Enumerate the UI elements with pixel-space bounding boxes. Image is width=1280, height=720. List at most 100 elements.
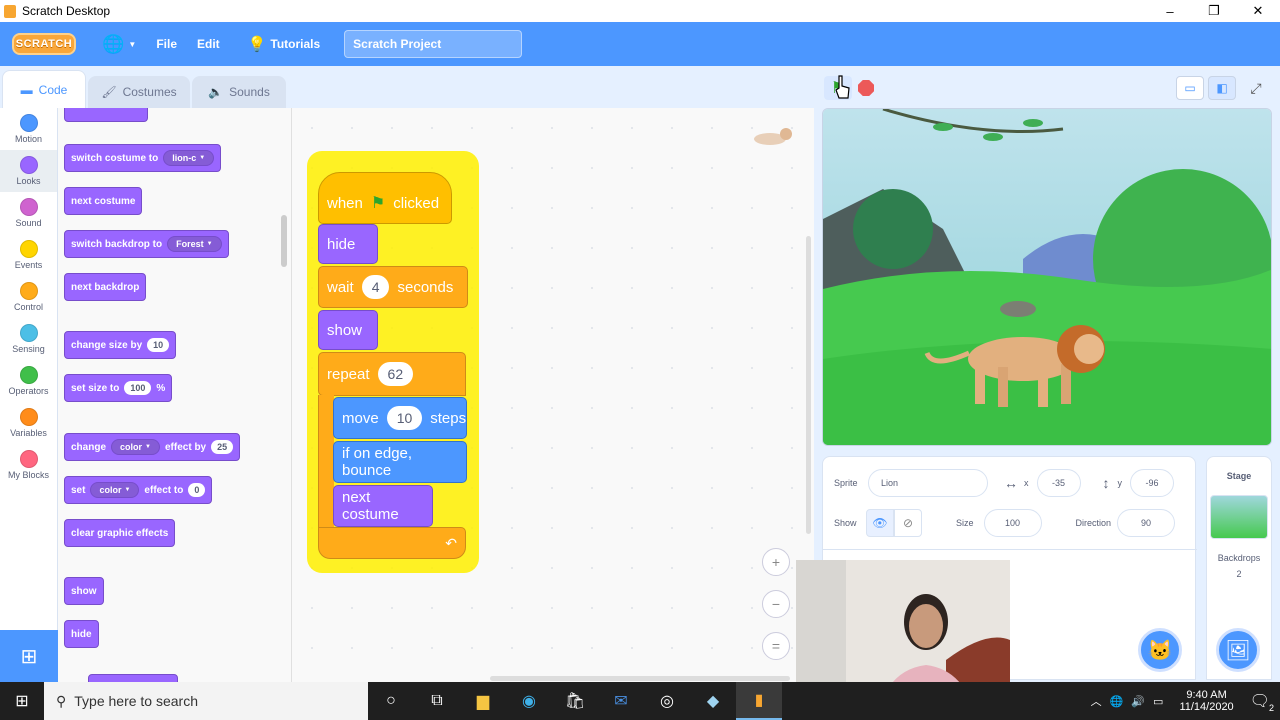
palette-block-partial[interactable] <box>88 674 178 682</box>
category-label: Control <box>13 302 43 312</box>
palette-switch-costume[interactable]: switch costume to lion-c ▼ <box>64 144 222 172</box>
category-motion[interactable]: Motion <box>0 108 57 150</box>
next-costume-block[interactable]: next costume <box>333 485 433 527</box>
workspace-horizontal-scrollbar[interactable] <box>490 676 790 681</box>
bounce-block[interactable]: if on edge, bounce <box>333 441 467 483</box>
add-extension-button[interactable]: ⊞ <box>0 630 58 682</box>
small-stage-button[interactable]: ▭ <box>1176 76 1204 100</box>
repeat-block[interactable]: repeat 62 <box>318 352 466 396</box>
y-position-input[interactable]: -96 <box>1130 469 1174 497</box>
tab-costumes[interactable]: 🖌 Costumes <box>88 76 190 108</box>
choose-backdrop-button[interactable]: 🖼 <box>1216 628 1260 672</box>
stop-button[interactable] <box>858 80 874 96</box>
close-button[interactable]: ✕ <box>1236 0 1280 22</box>
show-sprite-button[interactable]: 👁 <box>866 509 894 537</box>
effect-dropdown[interactable]: color ▼ <box>111 439 160 455</box>
file-explorer-button[interactable]: ▆ <box>460 682 506 720</box>
taskbar-search[interactable]: ⚲ Type here to search <box>44 682 368 720</box>
edge-button[interactable]: ◉ <box>506 682 552 720</box>
palette-change-effect[interactable]: change color ▼ effect by 25 <box>64 433 241 461</box>
start-button[interactable]: ⊞ <box>0 682 44 720</box>
stage-canvas[interactable] <box>822 108 1272 446</box>
menu-bar: SCRATCH 🌐 ▼ File Edit 💡 Tutorials Scratc… <box>0 22 1280 66</box>
scratch-taskbar-button[interactable]: ▮ <box>736 682 782 720</box>
palette-next-costume[interactable]: next costume <box>64 187 143 215</box>
repeat-block-bottom: ↶ <box>318 527 466 559</box>
cortana-button[interactable]: ○ <box>368 682 414 720</box>
palette-scrollbar[interactable] <box>281 215 287 267</box>
scratch-logo[interactable]: SCRATCH <box>12 33 76 55</box>
category-sensing[interactable]: Sensing <box>0 318 57 360</box>
clock[interactable]: 9:40 AM 11/14/2020 <box>1179 689 1233 713</box>
backdrop-thumbnail[interactable] <box>1210 495 1268 539</box>
effect-dropdown[interactable]: color ▼ <box>90 482 140 498</box>
store-button[interactable]: 🛍 <box>552 682 598 720</box>
palette-hide[interactable]: hide <box>64 620 99 648</box>
palette-set-size[interactable]: set size to 100 % <box>64 374 173 402</box>
zoom-reset-button[interactable]: = <box>762 632 790 660</box>
number-input[interactable]: 100 <box>124 381 152 395</box>
hide-sprite-button[interactable]: ⊘ <box>894 509 922 537</box>
palette-set-effect[interactable]: set color ▼ effect to 0 <box>64 476 213 504</box>
dropdown-value: color <box>120 442 143 452</box>
backdrop-dropdown[interactable]: Forest ▼ <box>167 236 222 252</box>
direction-input[interactable]: 90 <box>1117 509 1176 537</box>
network-icon[interactable]: 🌐 <box>1110 695 1124 708</box>
block-text: when <box>327 194 363 212</box>
wait-block[interactable]: wait 4 seconds <box>318 266 468 308</box>
category-operators[interactable]: Operators <box>0 360 57 402</box>
x-position-input[interactable]: -35 <box>1036 469 1081 497</box>
task-view-button[interactable]: ⧉ <box>414 682 460 720</box>
fullscreen-button[interactable]: ⤢ <box>1242 76 1270 100</box>
notifications-button[interactable]: 🗨 2 <box>1250 691 1274 713</box>
zoom-out-button[interactable]: − <box>762 590 790 618</box>
size-input[interactable]: 100 <box>983 509 1042 537</box>
project-title-input[interactable]: Scratch Project <box>344 30 523 58</box>
eye-icon: 👁 <box>872 516 888 530</box>
category-sound[interactable]: Sound <box>0 192 57 234</box>
chevron-up-icon[interactable]: ︿ <box>1091 693 1102 709</box>
show-block[interactable]: show <box>318 310 378 350</box>
wait-seconds-input[interactable]: 4 <box>361 275 390 299</box>
number-input[interactable]: 10 <box>147 338 170 352</box>
normal-stage-button[interactable]: ◧ <box>1208 76 1236 100</box>
number-input[interactable]: 25 <box>211 440 234 454</box>
tab-code[interactable]: ▬ Code <box>2 70 86 108</box>
palette-show[interactable]: show <box>64 577 104 605</box>
palette-switch-backdrop[interactable]: switch backdrop to Forest ▼ <box>64 230 229 258</box>
tutorials-menu[interactable]: 💡 Tutorials <box>238 22 330 66</box>
minimize-button[interactable]: – <box>1148 0 1192 22</box>
choose-sprite-button[interactable]: 🐱 <box>1138 628 1182 672</box>
obs-icon: ◎ <box>660 693 674 710</box>
obs-button[interactable]: ◎ <box>644 682 690 720</box>
repeat-count-input[interactable]: 62 <box>377 362 414 386</box>
app-button[interactable]: ◆ <box>690 682 736 720</box>
tab-sounds[interactable]: 🔈 Sounds <box>192 76 286 108</box>
palette-clear-effects[interactable]: clear graphic effects <box>64 519 176 547</box>
category-my-blocks[interactable]: My Blocks <box>0 444 57 486</box>
category-events[interactable]: Events <box>0 234 57 276</box>
hide-block[interactable]: hide <box>318 224 378 264</box>
move-block[interactable]: move 10 steps <box>333 397 467 439</box>
language-menu[interactable]: 🌐 ▼ <box>92 22 146 66</box>
sprite-name-input[interactable]: Lion <box>868 469 988 497</box>
category-control[interactable]: Control <box>0 276 57 318</box>
palette-next-backdrop[interactable]: next backdrop <box>64 273 147 301</box>
edit-menu[interactable]: Edit <box>187 22 230 66</box>
file-menu[interactable]: File <box>146 22 187 66</box>
palette-change-size[interactable]: change size by 10 <box>64 331 177 359</box>
number-input[interactable]: 0 <box>188 483 206 497</box>
when-flag-clicked-block[interactable]: when ⚑ clicked <box>318 172 452 224</box>
category-looks[interactable]: Looks <box>0 150 57 192</box>
maximize-button[interactable]: ❐ <box>1192 0 1236 22</box>
volume-icon[interactable]: 🔊 <box>1131 695 1145 708</box>
zoom-in-button[interactable]: + <box>762 548 790 576</box>
palette-block-partial[interactable] <box>64 108 148 122</box>
battery-icon[interactable]: ▭ <box>1153 695 1163 708</box>
category-variables[interactable]: Variables <box>0 402 57 444</box>
dropdown-value: Forest <box>176 239 204 249</box>
move-steps-input[interactable]: 10 <box>386 406 423 430</box>
costume-dropdown[interactable]: lion-c ▼ <box>163 150 215 166</box>
mail-button[interactable]: ✉ <box>598 682 644 720</box>
workspace-vertical-scrollbar[interactable] <box>806 236 811 534</box>
